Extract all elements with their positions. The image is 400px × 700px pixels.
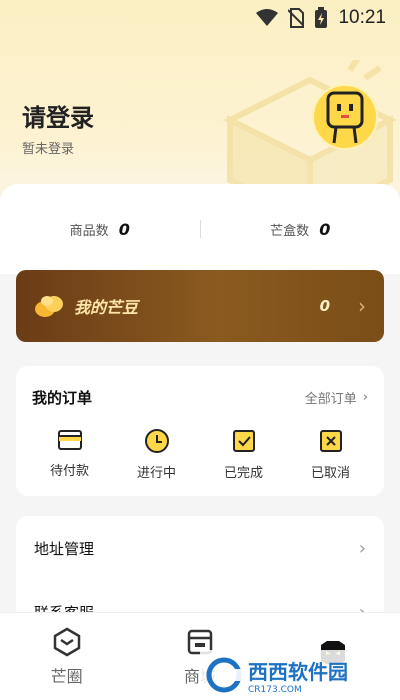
watermark-c-icon	[206, 657, 242, 693]
beans-label: 我的芒豆	[74, 298, 139, 317]
order-cancelled[interactable]: 已取消	[296, 428, 366, 481]
order-item-label: 进行中	[136, 466, 176, 481]
check-box-icon	[232, 430, 255, 452]
order-in-progress[interactable]: 进行中	[122, 428, 192, 481]
stat-label: 商品数	[69, 223, 109, 239]
chevron-right-icon: ›	[358, 537, 366, 559]
orders-title: 我的订单	[32, 388, 93, 407]
order-item-label: 待付款	[49, 464, 89, 479]
status-time: 10:21	[338, 7, 386, 28]
box-hexagon-icon	[53, 627, 80, 656]
beans-icon	[35, 296, 63, 317]
order-item-label: 已取消	[310, 466, 350, 481]
watermark-subtext: CR173.COM	[248, 684, 302, 695]
mascot-avatar-icon	[326, 91, 364, 144]
watermark-logo: 西西软件园 CR173.COM	[200, 650, 400, 700]
chevron-right-icon: ›	[358, 294, 366, 318]
stat-value: 0	[319, 219, 331, 239]
chevron-right-icon: ›	[362, 389, 368, 405]
battery-charging-icon	[314, 7, 328, 29]
stat-label: 芒盒数	[270, 223, 310, 239]
login-status-text: 暂未登录	[22, 142, 75, 157]
tab-circle[interactable]: 芒圈	[17, 627, 117, 687]
wallet-icon	[57, 430, 82, 450]
clock-icon	[144, 429, 169, 453]
order-completed[interactable]: 已完成	[209, 428, 279, 481]
stat-value: 0	[118, 219, 130, 239]
my-orders-card: 我的订单 全部订单 › 待付款 进行中 已完成 已取消	[16, 366, 384, 496]
login-title[interactable]: 请登录	[22, 98, 94, 133]
watermark-text: 西西软件园	[248, 659, 348, 684]
order-pending-payment[interactable]: 待付款	[35, 428, 105, 481]
stat-products[interactable]: 商品数 0	[0, 220, 200, 239]
stats-row: 商品数 0 芒盒数 0	[0, 184, 400, 274]
avatar[interactable]	[312, 84, 378, 150]
beans-value: 0	[319, 297, 330, 315]
tab-label: 芒圈	[50, 666, 83, 686]
order-item-label: 已完成	[223, 466, 263, 481]
stat-boxes[interactable]: 芒盒数 0	[201, 220, 400, 239]
all-orders-label: 全部订单	[304, 391, 357, 407]
no-sim-icon	[288, 8, 305, 28]
cancel-box-icon	[319, 430, 342, 452]
menu-item-address[interactable]: 地址管理 ›	[16, 516, 384, 580]
wifi-icon	[256, 9, 279, 27]
all-orders-link[interactable]: 全部订单 ›	[305, 388, 368, 407]
status-bar: 10:21	[0, 0, 400, 36]
my-beans-card[interactable]: 我的芒豆 0 ›	[16, 270, 384, 342]
menu-item-label: 地址管理	[34, 539, 95, 558]
